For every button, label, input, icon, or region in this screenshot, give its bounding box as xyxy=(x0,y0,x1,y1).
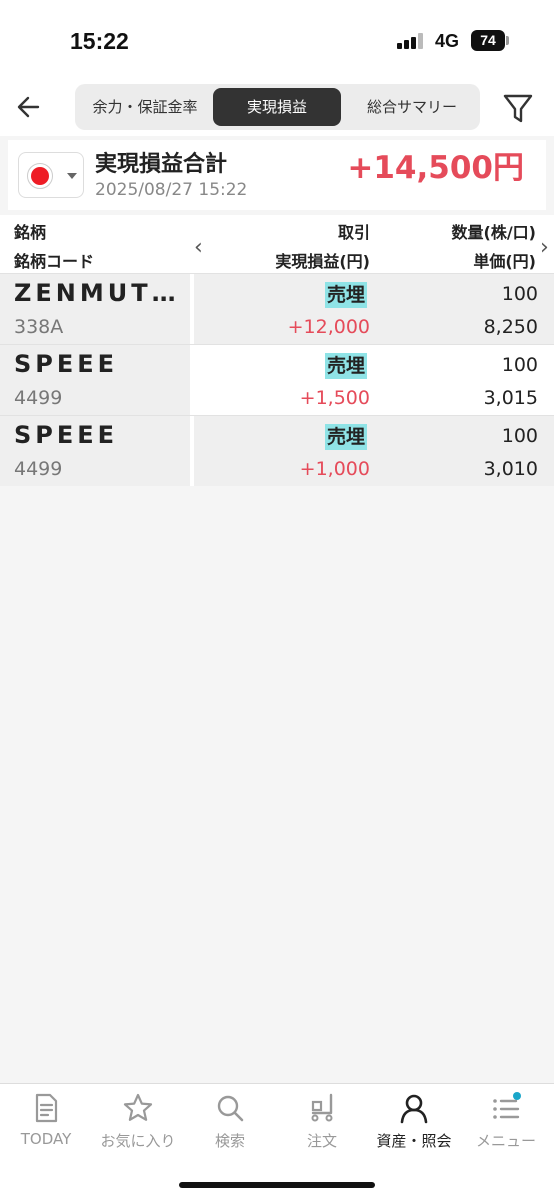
stock-name: ZENMUT… xyxy=(14,279,180,307)
tab-summary[interactable]: 総合サマリー xyxy=(347,88,477,126)
notification-dot xyxy=(513,1092,521,1100)
stock-name: SPEEE xyxy=(14,350,119,378)
cart-icon xyxy=(311,1093,333,1122)
stock-code: 4499 xyxy=(14,458,63,480)
trade-type-badge: 売埋 xyxy=(325,424,368,450)
trade-type-badge: 売埋 xyxy=(325,282,368,308)
stock-code: 338A xyxy=(14,316,64,338)
summary-date: 2025/08/27 15:22 xyxy=(95,180,248,200)
unit-price: 3,015 xyxy=(483,387,538,409)
network-label: 4G xyxy=(435,31,460,51)
header-trade: 取引 xyxy=(337,223,370,242)
home-indicator xyxy=(179,1182,375,1188)
tab-menu[interactable]: メニュー xyxy=(460,1092,552,1162)
summary-title: 実現損益合計 xyxy=(95,152,228,177)
unit-price: 8,250 xyxy=(483,316,538,338)
unit-price: 3,010 xyxy=(483,458,538,480)
market-selector[interactable] xyxy=(18,152,84,198)
filter-icon[interactable] xyxy=(500,90,536,126)
document-icon xyxy=(35,1093,58,1123)
status-time: 15:22 xyxy=(70,28,129,54)
menu-icon xyxy=(493,1092,521,1119)
japan-flag-icon xyxy=(27,163,53,189)
tab-label: お気に入り xyxy=(100,1132,176,1150)
header-qty: 数量(株/口) xyxy=(451,223,536,242)
nav-bar: 余力・保証金率 実現損益 総合サマリー xyxy=(0,80,554,136)
table-row[interactable]: ZENMUT… 338A 売埋 +12,000 100 8,250 xyxy=(0,273,554,344)
tab-label: TODAY xyxy=(20,1130,72,1148)
tab-assets[interactable]: 資産・照会 xyxy=(368,1092,460,1162)
segment-control: 余力・保証金率 実現損益 総合サマリー xyxy=(75,84,480,130)
quantity: 100 xyxy=(501,354,538,376)
header-pnl: 実現損益(円) xyxy=(275,252,370,271)
stock-code: 4499 xyxy=(14,387,63,409)
back-arrow-icon[interactable] xyxy=(12,90,46,124)
tab-label: 資産・照会 xyxy=(376,1132,452,1150)
person-icon xyxy=(400,1094,428,1124)
tab-realized-pnl[interactable]: 実現損益 xyxy=(213,88,341,126)
trade-type-badge: 売埋 xyxy=(325,353,368,379)
tab-label: 検索 xyxy=(214,1132,245,1150)
header-code: 銘柄コード xyxy=(14,252,95,271)
battery-level: 74 xyxy=(480,32,496,48)
realized-pnl: +12,000 xyxy=(287,316,370,338)
battery-icon: 74 xyxy=(471,30,505,51)
star-icon xyxy=(123,1093,153,1121)
chevron-right-icon[interactable]: › xyxy=(540,235,549,260)
table-row[interactable]: SPEEE 4499 売埋 +1,500 100 3,015 xyxy=(0,344,554,415)
quantity: 100 xyxy=(501,283,538,305)
search-icon xyxy=(217,1095,244,1122)
tab-search[interactable]: 検索 xyxy=(184,1092,276,1162)
quantity: 100 xyxy=(501,425,538,447)
header-price: 単価(円) xyxy=(473,252,536,271)
signal-icon xyxy=(397,33,423,49)
tab-label: 注文 xyxy=(306,1132,337,1150)
realized-pnl: +1,500 xyxy=(299,387,370,409)
table-row[interactable]: SPEEE 4499 売埋 +1,000 100 3,010 xyxy=(0,415,554,486)
stock-name: SPEEE xyxy=(14,421,119,449)
tab-label: メニュー xyxy=(475,1132,536,1150)
tab-margin[interactable]: 余力・保証金率 xyxy=(81,88,209,126)
caret-down-icon xyxy=(67,173,77,179)
battery-tip xyxy=(506,36,509,45)
realized-pnl: +1,000 xyxy=(299,458,370,480)
tab-today[interactable]: TODAY xyxy=(0,1092,92,1162)
chevron-left-icon[interactable]: ‹ xyxy=(194,235,203,260)
header-name: 銘柄 xyxy=(14,223,47,242)
tab-favorites[interactable]: お気に入り xyxy=(92,1092,184,1162)
summary-amount: +14,500円 xyxy=(347,150,524,186)
status-bar: 15:22 4G 74 xyxy=(0,0,554,80)
table-header: 銘柄 銘柄コード 取引 実現損益(円) 数量(株/口) 単価(円) ‹ › xyxy=(0,215,554,273)
tab-order[interactable]: 注文 xyxy=(276,1092,368,1162)
summary-card: 実現損益合計 2025/08/27 15:22 +14,500円 xyxy=(8,140,546,210)
